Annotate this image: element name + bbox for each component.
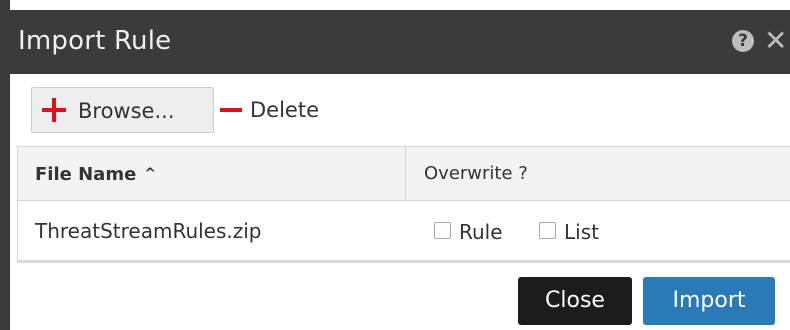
column-divider[interactable] xyxy=(405,147,406,201)
column-header-file-name-label: File Name xyxy=(35,164,137,185)
close-icon[interactable]: ✕ xyxy=(764,26,790,56)
sort-ascending-icon: ^ xyxy=(144,166,157,182)
dialog-titlebar[interactable]: Import Rule ? ✕ xyxy=(0,10,790,74)
delete-button[interactable]: Delete xyxy=(218,87,338,133)
close-button[interactable]: Close xyxy=(518,277,632,325)
dialog-title: Import Rule xyxy=(18,26,172,56)
overwrite-list-checkbox[interactable] xyxy=(539,222,556,239)
table-row[interactable]: ThreatStreamRules.zip Rule List xyxy=(18,201,790,261)
delete-button-label: Delete xyxy=(250,98,319,122)
help-icon[interactable]: ? xyxy=(732,30,754,52)
dialog-top-edge xyxy=(0,0,790,10)
file-name-cell: ThreatStreamRules.zip xyxy=(35,219,262,243)
import-button[interactable]: Import xyxy=(643,277,775,325)
overwrite-rule-label[interactable]: Rule xyxy=(459,219,503,245)
minus-icon xyxy=(220,108,242,112)
import-rule-dialog: Import Rule ? ✕ Browse... Delete File Na… xyxy=(0,0,790,330)
toolbar: Browse... Delete xyxy=(10,74,790,146)
overwrite-rule-checkbox[interactable] xyxy=(434,222,451,239)
overwrite-list-label[interactable]: List xyxy=(564,219,599,245)
browse-button-label: Browse... xyxy=(78,99,175,123)
browse-button[interactable]: Browse... xyxy=(31,87,214,133)
grid-bottom-border xyxy=(17,260,790,263)
grid-header: File Name ^ Overwrite ? xyxy=(18,147,790,201)
column-header-file-name[interactable]: File Name ^ xyxy=(35,163,156,186)
file-grid: File Name ^ Overwrite ? ThreatStreamRules… xyxy=(17,146,790,262)
dialog-left-border xyxy=(0,0,10,330)
plus-icon xyxy=(42,98,66,122)
column-header-overwrite: Overwrite ? xyxy=(424,163,528,184)
